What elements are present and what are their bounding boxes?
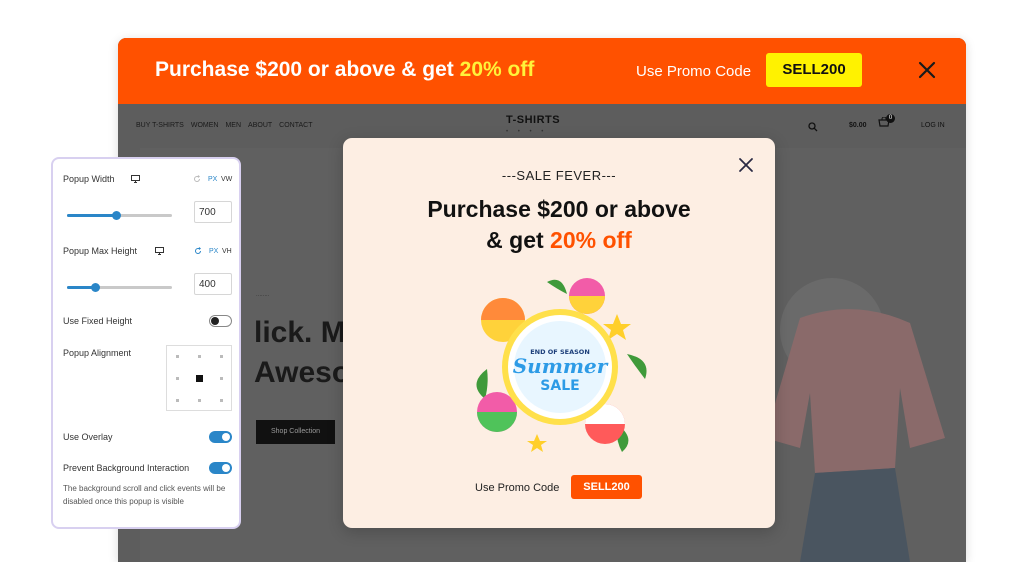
promo-top-bar: Purchase $200 or above & get 20% off Use… (118, 38, 966, 104)
nav-item[interactable]: ABOUT (248, 122, 272, 129)
close-icon[interactable] (916, 59, 938, 81)
popup-alignment-grid[interactable] (166, 345, 232, 411)
site-nav: BUY T-SHIRTS WOMEN MEN ABOUT CONTACT (136, 122, 319, 129)
unit-vw[interactable]: VW (221, 176, 232, 183)
reset-icon[interactable] (193, 175, 201, 183)
headline-prefix: & get (486, 227, 551, 253)
art-sale-text: SALE (540, 378, 579, 394)
model-image (765, 309, 945, 562)
prevent-bg-toggle[interactable] (209, 462, 232, 474)
login-link[interactable]: LOG IN (921, 122, 945, 129)
unit-vh[interactable]: VH (222, 248, 232, 255)
popup-promo-label: Use Promo Code (475, 482, 560, 494)
align-center-selected[interactable] (196, 375, 203, 382)
topbar-promo-code-button[interactable]: SELL200 (766, 53, 862, 87)
popup-headline-line1: Purchase $200 or above (427, 196, 691, 222)
summer-sale-image: END OF SEASON Summer SALE (476, 278, 647, 452)
use-overlay-toggle[interactable] (209, 431, 232, 443)
align-bottom-left[interactable] (176, 399, 179, 402)
align-middle-right[interactable] (220, 377, 223, 380)
popup-alignment-label: Popup Alignment (63, 348, 132, 358)
shop-collection-button[interactable]: Shop Collection (256, 420, 335, 444)
headline-highlight: 20% off (550, 227, 632, 253)
sale-popup: ---SALE FEVER--- Purchase $200 or above … (343, 138, 775, 528)
site-logo[interactable]: T-SHIRTS (506, 114, 560, 126)
fixed-height-toggle[interactable] (209, 315, 232, 327)
align-bottom-center[interactable] (198, 399, 201, 402)
popup-max-height-label: Popup Max Height (63, 246, 138, 256)
slider-fill (67, 214, 117, 217)
nav-item[interactable]: BUY T-SHIRTS (136, 122, 184, 129)
popup-max-height-slider[interactable] (67, 283, 172, 292)
cart-price: $0.00 (849, 122, 867, 129)
logo-decoration: • • • • (506, 129, 548, 135)
unit-px[interactable]: PX (208, 176, 217, 183)
toggle-knob (222, 433, 230, 441)
art-summer-text: Summer (513, 354, 609, 378)
nav-item[interactable]: WOMEN (191, 122, 219, 129)
slider-handle[interactable] (91, 283, 101, 292)
hero-eyebrow: ········ (256, 293, 270, 299)
monitor-icon[interactable] (155, 247, 164, 255)
popup-width-label: Popup Width (63, 174, 115, 184)
topbar-title: Purchase $200 or above & get 20% off (155, 58, 534, 82)
cart-count-badge: 0 (886, 114, 895, 123)
align-top-center[interactable] (198, 355, 201, 358)
popup-headline-line2: & get 20% off (343, 227, 775, 254)
prevent-bg-help-text: The background scroll and click events w… (63, 484, 226, 506)
popup-promo-code-button[interactable]: SELL200 (571, 475, 642, 499)
unit-px[interactable]: PX (209, 248, 218, 255)
topbar-title-highlight: 20% off (459, 58, 535, 81)
popup-width-slider[interactable] (67, 211, 172, 220)
align-top-right[interactable] (220, 355, 223, 358)
slider-handle[interactable] (112, 211, 122, 220)
prevent-bg-label: Prevent Background Interaction (63, 463, 190, 473)
popup-settings-panel: Popup Width PX VW 700 Popup Max Height P… (51, 157, 241, 529)
popup-pretitle: ---SALE FEVER--- (501, 168, 617, 183)
align-bottom-right[interactable] (220, 399, 223, 402)
use-overlay-label: Use Overlay (63, 432, 113, 442)
nav-item[interactable]: CONTACT (279, 122, 312, 129)
popup-width-input[interactable]: 700 (194, 201, 232, 223)
toggle-knob (222, 464, 230, 472)
reset-icon[interactable] (194, 247, 202, 255)
nav-item[interactable]: MEN (225, 122, 241, 129)
popup-max-height-input[interactable]: 400 (194, 273, 232, 295)
topbar-promo-label: Use Promo Code (636, 63, 752, 80)
align-middle-left[interactable] (176, 377, 179, 380)
fixed-height-label: Use Fixed Height (63, 316, 133, 326)
monitor-icon[interactable] (131, 175, 140, 183)
topbar-title-text: Purchase $200 or above & get (155, 58, 460, 81)
search-icon[interactable] (808, 122, 818, 132)
toggle-knob (211, 317, 219, 325)
align-top-left[interactable] (176, 355, 179, 358)
